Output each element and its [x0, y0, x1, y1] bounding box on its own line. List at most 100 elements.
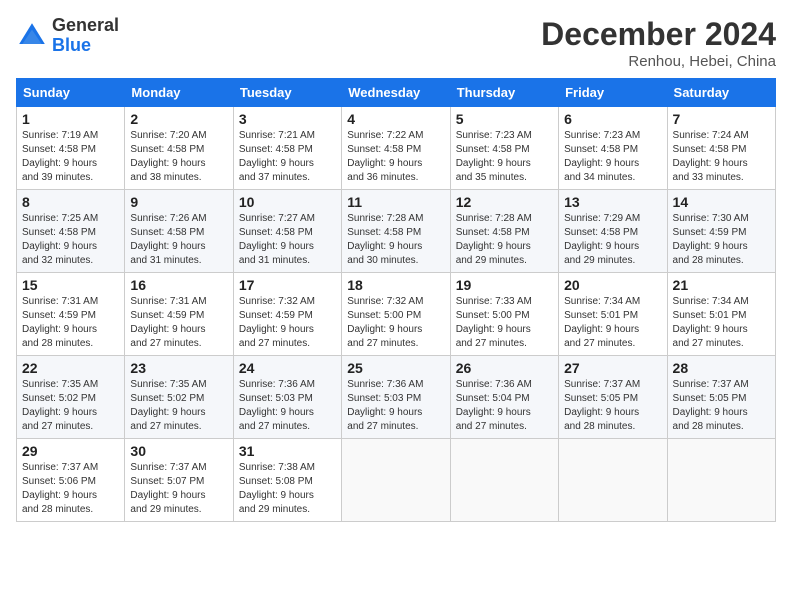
- day-number: 7: [673, 111, 770, 127]
- day-cell: 28 Sunrise: 7:37 AM Sunset: 5:05 PM Dayli…: [667, 356, 775, 439]
- day-cell: [667, 439, 775, 522]
- day-detail: Sunrise: 7:33 AM Sunset: 5:00 PM Dayligh…: [456, 295, 553, 351]
- day-detail: Sunrise: 7:23 AM Sunset: 4:58 PM Dayligh…: [456, 129, 553, 185]
- day-detail: Sunrise: 7:25 AM Sunset: 4:58 PM Dayligh…: [22, 212, 119, 268]
- day-cell: 31 Sunrise: 7:38 AM Sunset: 5:08 PM Dayli…: [233, 439, 341, 522]
- day-detail: Sunrise: 7:29 AM Sunset: 4:58 PM Dayligh…: [564, 212, 661, 268]
- week-row-1: 1 Sunrise: 7:19 AM Sunset: 4:58 PM Daylig…: [17, 107, 776, 190]
- day-detail: Sunrise: 7:38 AM Sunset: 5:08 PM Dayligh…: [239, 461, 336, 517]
- col-friday: Friday: [559, 79, 667, 107]
- day-cell: [342, 439, 450, 522]
- day-detail: Sunrise: 7:37 AM Sunset: 5:05 PM Dayligh…: [564, 378, 661, 434]
- day-detail: Sunrise: 7:23 AM Sunset: 4:58 PM Dayligh…: [564, 129, 661, 185]
- day-cell: 5 Sunrise: 7:23 AM Sunset: 4:58 PM Daylig…: [450, 107, 558, 190]
- day-detail: Sunrise: 7:19 AM Sunset: 4:58 PM Dayligh…: [22, 129, 119, 185]
- day-cell: 19 Sunrise: 7:33 AM Sunset: 5:00 PM Dayli…: [450, 273, 558, 356]
- col-thursday: Thursday: [450, 79, 558, 107]
- calendar-table: Sunday Monday Tuesday Wednesday Thursday…: [16, 78, 776, 522]
- day-cell: 14 Sunrise: 7:30 AM Sunset: 4:59 PM Dayli…: [667, 190, 775, 273]
- day-number: 28: [673, 360, 770, 376]
- day-cell: [559, 439, 667, 522]
- day-detail: Sunrise: 7:20 AM Sunset: 4:58 PM Dayligh…: [130, 129, 227, 185]
- day-detail: Sunrise: 7:34 AM Sunset: 5:01 PM Dayligh…: [673, 295, 770, 351]
- day-cell: 8 Sunrise: 7:25 AM Sunset: 4:58 PM Daylig…: [17, 190, 125, 273]
- day-number: 18: [347, 277, 444, 293]
- day-detail: Sunrise: 7:26 AM Sunset: 4:58 PM Dayligh…: [130, 212, 227, 268]
- col-sunday: Sunday: [17, 79, 125, 107]
- day-number: 10: [239, 194, 336, 210]
- day-detail: Sunrise: 7:30 AM Sunset: 4:59 PM Dayligh…: [673, 212, 770, 268]
- day-detail: Sunrise: 7:22 AM Sunset: 4:58 PM Dayligh…: [347, 129, 444, 185]
- day-cell: 7 Sunrise: 7:24 AM Sunset: 4:58 PM Daylig…: [667, 107, 775, 190]
- day-number: 15: [22, 277, 119, 293]
- day-detail: Sunrise: 7:37 AM Sunset: 5:05 PM Dayligh…: [673, 378, 770, 434]
- day-cell: 30 Sunrise: 7:37 AM Sunset: 5:07 PM Dayli…: [125, 439, 233, 522]
- week-row-2: 8 Sunrise: 7:25 AM Sunset: 4:58 PM Daylig…: [17, 190, 776, 273]
- logo: General Blue: [16, 16, 119, 56]
- day-detail: Sunrise: 7:36 AM Sunset: 5:03 PM Dayligh…: [347, 378, 444, 434]
- day-number: 24: [239, 360, 336, 376]
- day-cell: 22 Sunrise: 7:35 AM Sunset: 5:02 PM Dayli…: [17, 356, 125, 439]
- day-cell: 21 Sunrise: 7:34 AM Sunset: 5:01 PM Dayli…: [667, 273, 775, 356]
- day-number: 31: [239, 443, 336, 459]
- day-number: 8: [22, 194, 119, 210]
- day-detail: Sunrise: 7:35 AM Sunset: 5:02 PM Dayligh…: [130, 378, 227, 434]
- day-number: 17: [239, 277, 336, 293]
- day-cell: 9Sunrise: 7:26 AM Sunset: 4:58 PM Daylig…: [125, 190, 233, 273]
- day-cell: 24 Sunrise: 7:36 AM Sunset: 5:03 PM Dayli…: [233, 356, 341, 439]
- day-detail: Sunrise: 7:28 AM Sunset: 4:58 PM Dayligh…: [456, 212, 553, 268]
- day-number: 25: [347, 360, 444, 376]
- location: Renhou, Hebei, China: [541, 53, 776, 70]
- day-number: 12: [456, 194, 553, 210]
- day-cell: 17Sunrise: 7:32 AM Sunset: 4:59 PM Dayli…: [233, 273, 341, 356]
- title-block: December 2024 Renhou, Hebei, China: [541, 16, 776, 70]
- week-row-5: 29Sunrise: 7:37 AM Sunset: 5:06 PM Dayli…: [17, 439, 776, 522]
- day-cell: 29Sunrise: 7:37 AM Sunset: 5:06 PM Dayli…: [17, 439, 125, 522]
- day-number: 6: [564, 111, 661, 127]
- day-cell: 27 Sunrise: 7:37 AM Sunset: 5:05 PM Dayli…: [559, 356, 667, 439]
- day-number: 1: [22, 111, 119, 127]
- day-number: 21: [673, 277, 770, 293]
- day-detail: Sunrise: 7:21 AM Sunset: 4:58 PM Dayligh…: [239, 129, 336, 185]
- day-number: 27: [564, 360, 661, 376]
- day-cell: 11Sunrise: 7:28 AM Sunset: 4:58 PM Dayli…: [342, 190, 450, 273]
- day-number: 23: [130, 360, 227, 376]
- day-cell: 10Sunrise: 7:27 AM Sunset: 4:58 PM Dayli…: [233, 190, 341, 273]
- day-detail: Sunrise: 7:37 AM Sunset: 5:07 PM Dayligh…: [130, 461, 227, 517]
- day-cell: 1 Sunrise: 7:19 AM Sunset: 4:58 PM Daylig…: [17, 107, 125, 190]
- day-cell: [450, 439, 558, 522]
- day-detail: Sunrise: 7:31 AM Sunset: 4:59 PM Dayligh…: [22, 295, 119, 351]
- day-detail: Sunrise: 7:31 AM Sunset: 4:59 PM Dayligh…: [130, 295, 227, 351]
- logo-icon: [16, 20, 48, 52]
- day-detail: Sunrise: 7:34 AM Sunset: 5:01 PM Dayligh…: [564, 295, 661, 351]
- week-row-3: 15 Sunrise: 7:31 AM Sunset: 4:59 PM Dayli…: [17, 273, 776, 356]
- day-number: 26: [456, 360, 553, 376]
- day-detail: Sunrise: 7:36 AM Sunset: 5:04 PM Dayligh…: [456, 378, 553, 434]
- day-number: 14: [673, 194, 770, 210]
- day-detail: Sunrise: 7:24 AM Sunset: 4:58 PM Dayligh…: [673, 129, 770, 185]
- day-cell: 3 Sunrise: 7:21 AM Sunset: 4:58 PM Daylig…: [233, 107, 341, 190]
- col-tuesday: Tuesday: [233, 79, 341, 107]
- day-detail: Sunrise: 7:35 AM Sunset: 5:02 PM Dayligh…: [22, 378, 119, 434]
- day-number: 13: [564, 194, 661, 210]
- day-number: 22: [22, 360, 119, 376]
- week-row-4: 22 Sunrise: 7:35 AM Sunset: 5:02 PM Dayli…: [17, 356, 776, 439]
- day-cell: 20Sunrise: 7:34 AM Sunset: 5:01 PM Dayli…: [559, 273, 667, 356]
- day-detail: Sunrise: 7:32 AM Sunset: 5:00 PM Dayligh…: [347, 295, 444, 351]
- day-number: 30: [130, 443, 227, 459]
- day-cell: 6 Sunrise: 7:23 AM Sunset: 4:58 PM Daylig…: [559, 107, 667, 190]
- day-number: 3: [239, 111, 336, 127]
- col-wednesday: Wednesday: [342, 79, 450, 107]
- day-detail: Sunrise: 7:36 AM Sunset: 5:03 PM Dayligh…: [239, 378, 336, 434]
- col-monday: Monday: [125, 79, 233, 107]
- day-number: 29: [22, 443, 119, 459]
- day-cell: 23 Sunrise: 7:35 AM Sunset: 5:02 PM Dayli…: [125, 356, 233, 439]
- logo-text: General Blue: [52, 16, 119, 56]
- day-cell: 12 Sunrise: 7:28 AM Sunset: 4:58 PM Dayli…: [450, 190, 558, 273]
- day-cell: 16 Sunrise: 7:31 AM Sunset: 4:59 PM Dayli…: [125, 273, 233, 356]
- day-cell: 2Sunrise: 7:20 AM Sunset: 4:58 PM Daylig…: [125, 107, 233, 190]
- day-number: 5: [456, 111, 553, 127]
- day-number: 19: [456, 277, 553, 293]
- day-number: 16: [130, 277, 227, 293]
- day-detail: Sunrise: 7:28 AM Sunset: 4:58 PM Dayligh…: [347, 212, 444, 268]
